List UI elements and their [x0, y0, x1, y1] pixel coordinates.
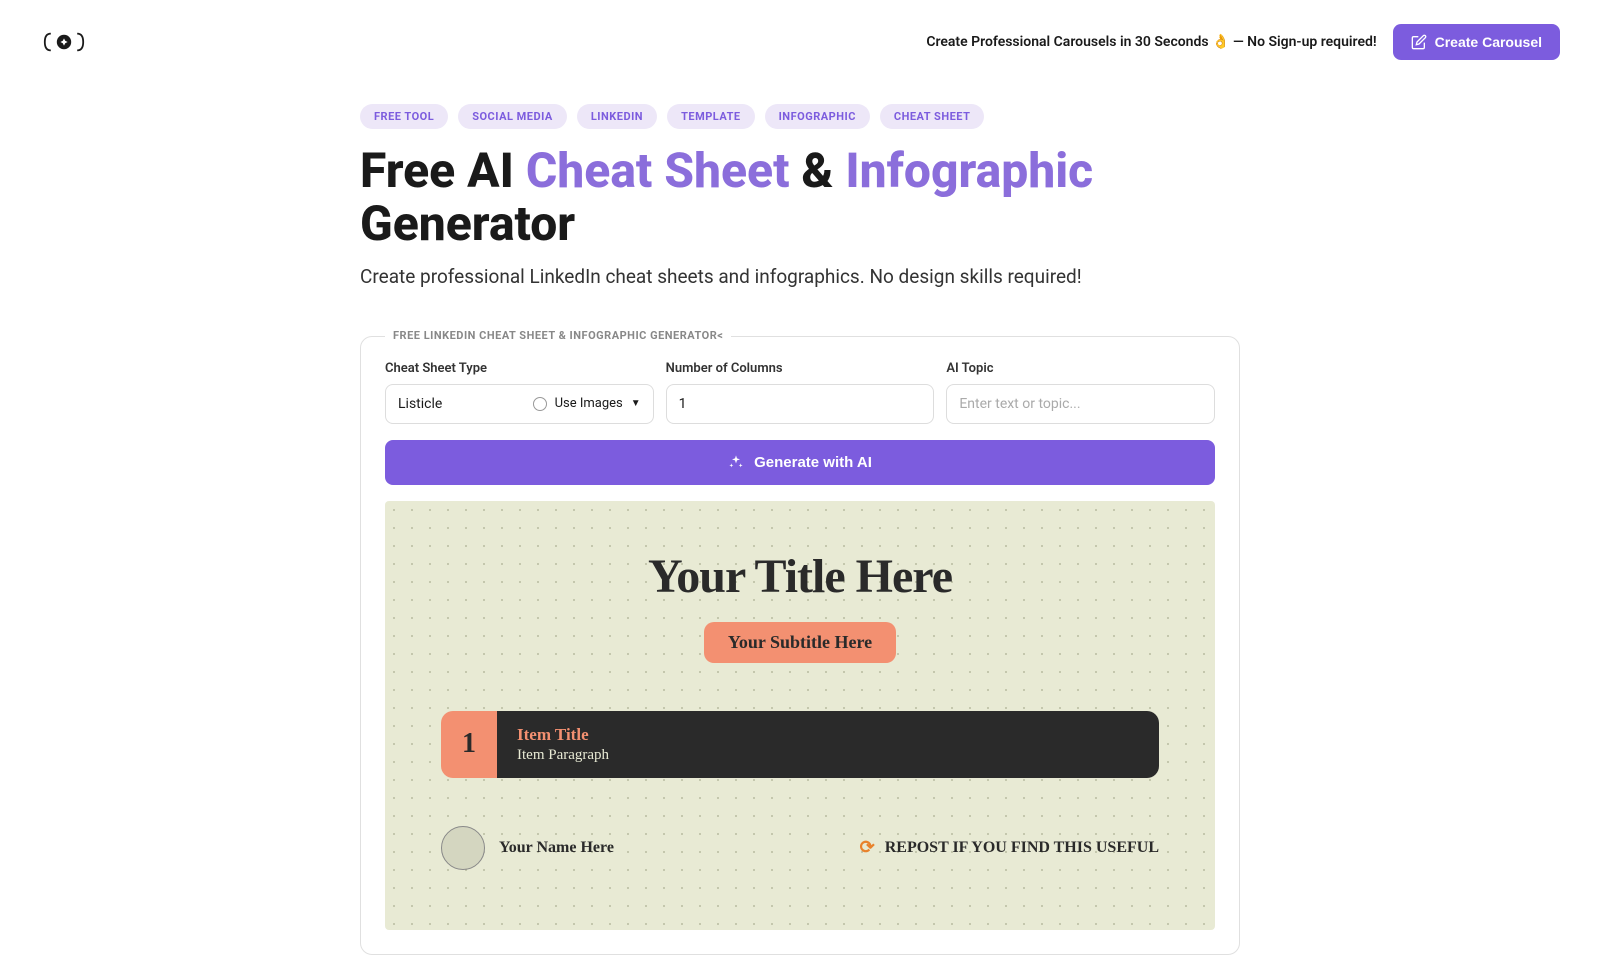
create-carousel-button[interactable]: Create Carousel	[1393, 24, 1560, 60]
tag: LINKEDIN	[577, 104, 657, 129]
chevron-down-icon: ▼	[631, 398, 641, 409]
page-subtitle: Create professional LinkedIn cheat sheet…	[360, 265, 1240, 288]
tag: SOCIAL MEDIA	[458, 104, 567, 129]
sparkle-icon	[728, 454, 744, 470]
cheat-sheet-type-label: Cheat Sheet Type	[385, 361, 654, 376]
header-tagline: Create Professional Carousels in 30 Seco…	[926, 34, 1376, 50]
cheat-sheet-type-select[interactable]: Listicle Use Images ▼	[385, 384, 654, 424]
item-paragraph: Item Paragraph	[517, 747, 1139, 764]
ai-topic-label: AI Topic	[946, 361, 1215, 376]
preview-title[interactable]: Your Title Here	[441, 549, 1159, 604]
author-name: Your Name Here	[499, 839, 614, 857]
page-title: Free AI Cheat Sheet & Infographic Genera…	[360, 145, 1240, 251]
preview-repost: ⟳ REPOST IF YOU FIND THIS USEFUL	[860, 837, 1159, 858]
tag: INFOGRAPHIC	[765, 104, 870, 129]
preview-author[interactable]: Your Name Here	[441, 826, 614, 870]
logo[interactable]	[40, 30, 88, 54]
tag: TEMPLATE	[667, 104, 755, 129]
tag: FREE TOOL	[360, 104, 448, 129]
columns-select[interactable]: 1	[666, 384, 935, 424]
preview-item-card[interactable]: 1 Item Title Item Paragraph	[441, 711, 1159, 778]
tag: CHEAT SHEET	[880, 104, 984, 129]
ai-topic-input[interactable]	[946, 384, 1215, 424]
generator-panel: FREE LINKEDIN CHEAT SHEET & INFOGRAPHIC …	[360, 336, 1240, 955]
edit-icon	[1411, 34, 1427, 50]
columns-label: Number of Columns	[666, 361, 935, 376]
avatar	[441, 826, 485, 870]
preview-canvas: Your Title Here Your Subtitle Here 1 Ite…	[385, 501, 1215, 930]
use-images-toggle[interactable]	[533, 397, 547, 411]
repost-icon: ⟳	[860, 837, 875, 858]
item-number: 1	[441, 711, 497, 778]
tag-list: FREE TOOL SOCIAL MEDIA LINKEDIN TEMPLATE…	[360, 104, 1240, 129]
generate-with-ai-button[interactable]: Generate with AI	[385, 440, 1215, 485]
preview-subtitle[interactable]: Your Subtitle Here	[704, 622, 896, 663]
item-title: Item Title	[517, 725, 1139, 745]
panel-label: FREE LINKEDIN CHEAT SHEET & INFOGRAPHIC …	[385, 329, 731, 342]
